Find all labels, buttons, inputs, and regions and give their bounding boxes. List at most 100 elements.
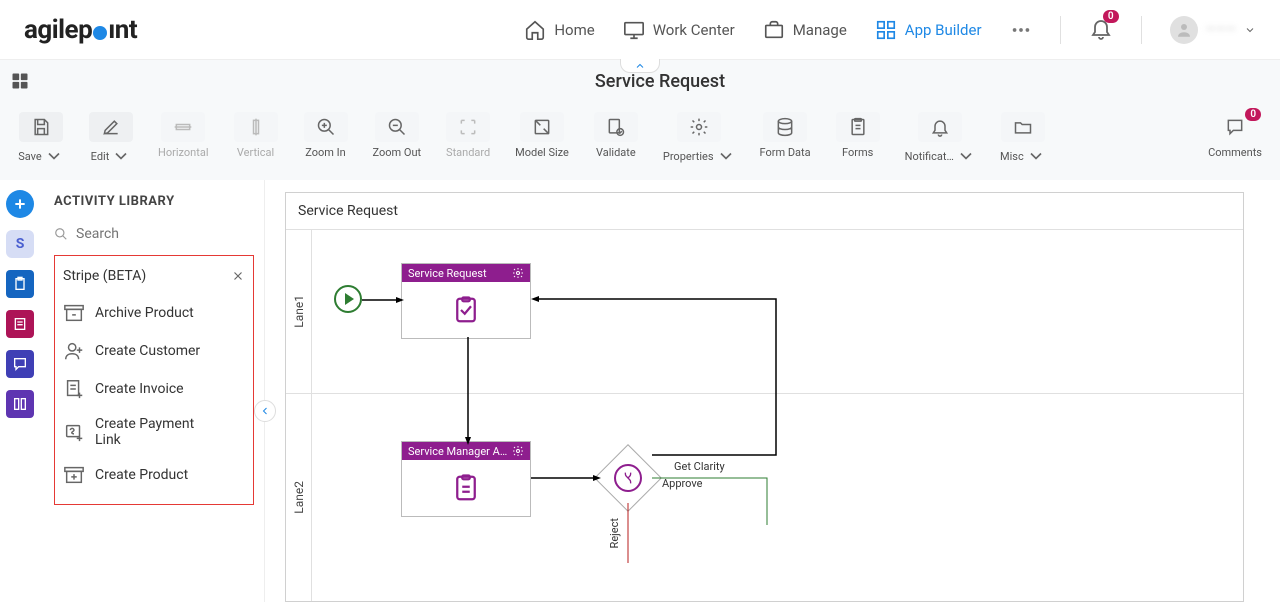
group-header[interactable]: Stripe (BETA) (61, 264, 247, 294)
validate-icon (606, 117, 626, 137)
misc-label: Misc (1000, 150, 1024, 163)
edit-button[interactable]: Edit (80, 108, 142, 170)
save-button[interactable]: Save (10, 108, 72, 170)
forms-button[interactable]: Forms (827, 108, 889, 163)
chevron-down-icon (111, 146, 131, 166)
comments-badge: 0 (1245, 108, 1261, 121)
notifications-label: Notificat… (905, 150, 954, 163)
payment-icon (63, 421, 85, 443)
zoom-out-button[interactable]: Zoom Out (365, 108, 430, 163)
bell-icon (930, 117, 950, 137)
invoice-icon (63, 378, 85, 400)
notifications-button[interactable]: 0 (1089, 16, 1113, 44)
gear-icon[interactable] (512, 267, 524, 279)
forms-icon (848, 117, 868, 137)
logo: agilepınt (24, 15, 137, 45)
nav-manage[interactable]: Manage (763, 19, 847, 41)
comments-button[interactable]: 0 Comments (1200, 108, 1270, 163)
zoom-in-label: Zoom In (305, 146, 345, 159)
standard-button[interactable]: Standard (437, 108, 499, 163)
chevron-down-icon (956, 146, 976, 166)
lane2-head[interactable]: Lane2 (286, 393, 312, 601)
edit-label: Edit (91, 150, 110, 163)
nav-app-builder[interactable]: App Builder (875, 19, 982, 41)
lane-border (286, 229, 1243, 230)
task-service-manager-approval[interactable]: Service Manager Appr... (401, 441, 531, 517)
activity-label: Create Customer (95, 343, 200, 359)
apps-grid-button[interactable] (0, 71, 40, 91)
toolbar: Save Edit Horizontal Vertical Zoom In Zo… (0, 102, 1280, 180)
save-icon (31, 117, 51, 137)
rail-item-chat[interactable] (6, 350, 34, 378)
vertical-button[interactable]: Vertical (225, 108, 287, 163)
start-node[interactable] (334, 285, 362, 313)
more-icon (1010, 19, 1032, 41)
collapse-sidebar-button[interactable] (254, 400, 276, 422)
monitor-icon (623, 19, 645, 41)
process-canvas[interactable]: Service Request Lane1 Lane2 Service Requ… (285, 192, 1244, 602)
standard-label: Standard (446, 146, 490, 159)
collapse-toolbar-tab[interactable] (620, 59, 660, 73)
edge-reject-label: Reject (608, 518, 621, 548)
logo-text: agilepınt (24, 15, 137, 45)
canvas-wrap: Service Request Lane1 Lane2 Service Requ… (265, 180, 1280, 602)
task-service-request[interactable]: Service Request (401, 263, 531, 339)
nav-home-label: Home (554, 21, 594, 39)
vertical-label: Vertical (237, 146, 274, 159)
form-icon (451, 473, 481, 503)
rail-add-button[interactable] (6, 190, 34, 218)
user-menu[interactable]: ——— (1170, 16, 1256, 44)
horizontal-label: Horizontal (158, 146, 209, 159)
zoom-out-icon (387, 117, 407, 137)
misc-button[interactable]: Misc (992, 108, 1054, 170)
rail-item-clipboard[interactable] (6, 270, 34, 298)
user-plus-icon (63, 340, 85, 362)
comments-label: Comments (1208, 146, 1262, 159)
canvas-title: Service Request (298, 203, 398, 219)
edit-icon (101, 117, 121, 137)
activity-create-product[interactable]: Create Product (61, 456, 247, 494)
briefcase-icon (763, 19, 785, 41)
validate-label: Validate (596, 146, 636, 159)
nav-app-builder-label: App Builder (905, 21, 982, 39)
edge-reject (625, 503, 631, 563)
gear-icon[interactable] (512, 445, 524, 457)
nav-manage-label: Manage (793, 21, 847, 39)
rail-item-doc[interactable] (6, 310, 34, 338)
rail-item-columns[interactable] (6, 390, 34, 418)
workspace: S ACTIVITY LIBRARY Stripe (BETA) A (0, 180, 1280, 602)
nav-home[interactable]: Home (524, 19, 594, 41)
activity-archive-product[interactable]: Archive Product (61, 294, 247, 332)
activity-library-sidebar: ACTIVITY LIBRARY Stripe (BETA) Archive P… (40, 180, 265, 602)
activity-label: Create Invoice (95, 381, 184, 397)
activity-create-customer[interactable]: Create Customer (61, 332, 247, 370)
align-vertical-icon (246, 117, 266, 137)
columns-icon (12, 396, 28, 412)
product-icon (63, 464, 85, 486)
close-icon[interactable] (231, 269, 245, 283)
home-icon (524, 19, 546, 41)
nav-more[interactable] (1010, 19, 1032, 41)
activity-create-invoice[interactable]: Create Invoice (61, 370, 247, 408)
horizontal-button[interactable]: Horizontal (150, 108, 217, 163)
form-data-button[interactable]: Form Data (752, 108, 819, 163)
activity-create-payment-link[interactable]: Create Payment Link (61, 408, 247, 456)
edge-start-to-task1 (362, 297, 404, 303)
zoom-in-button[interactable]: Zoom In (295, 108, 357, 163)
user-name-label: ——— (1206, 22, 1236, 37)
zoom-in-icon (316, 117, 336, 137)
nav-work-center[interactable]: Work Center (623, 19, 735, 41)
lane1-head[interactable]: Lane1 (286, 229, 312, 393)
activity-label: Archive Product (95, 305, 194, 321)
model-size-button[interactable]: Model Size (507, 108, 577, 163)
model-size-label: Model Size (515, 146, 569, 159)
notifications-tool-button[interactable]: Notificat… (897, 108, 984, 170)
rail-item-s[interactable]: S (6, 230, 34, 258)
search-input[interactable] (76, 226, 254, 242)
chevron-down-icon (44, 146, 64, 166)
standard-icon (458, 117, 478, 137)
validate-button[interactable]: Validate (585, 108, 647, 163)
chat-icon (12, 356, 28, 372)
properties-button[interactable]: Properties (655, 108, 744, 170)
form-data-label: Form Data (760, 146, 811, 159)
